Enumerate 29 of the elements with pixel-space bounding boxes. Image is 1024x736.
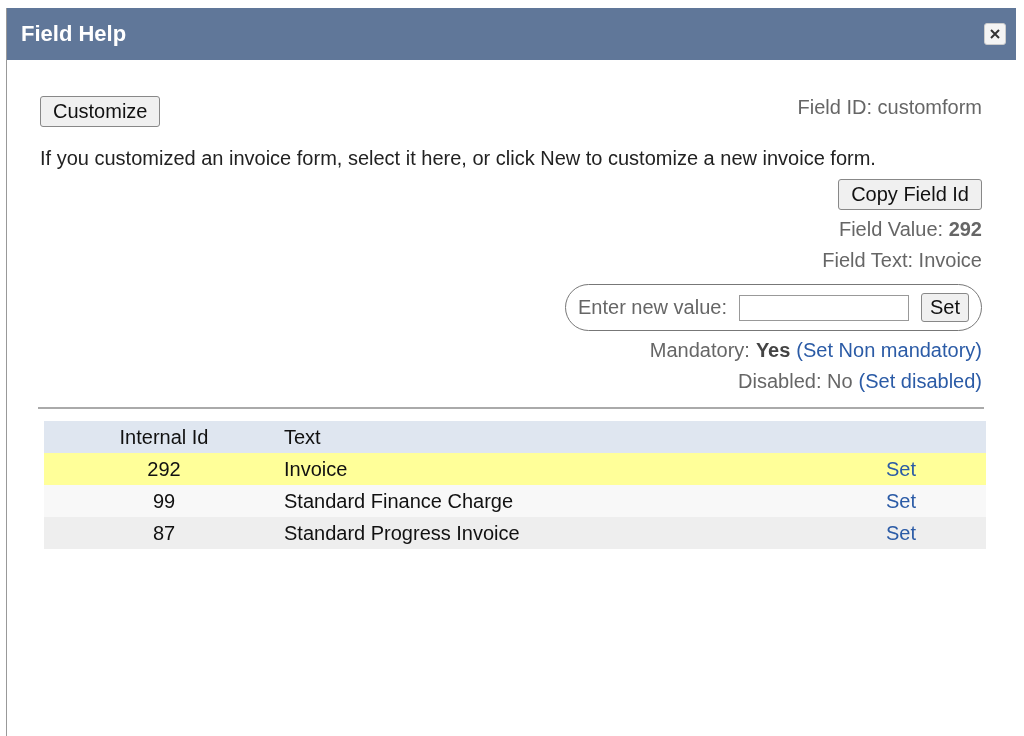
set-button[interactable]: Set — [920, 293, 969, 322]
set-link[interactable]: Set — [886, 521, 917, 544]
set-non-mandatory-link[interactable]: (Set Non mandatory) — [796, 339, 982, 362]
table-cell-text: Invoice — [284, 457, 349, 481]
new-value-field[interactable] — [738, 294, 909, 321]
description-text: If you customized an invoice form, select it here, or click New to customize a new invoice form. — [40, 146, 877, 171]
mandatory-label: Mandatory: — [649, 339, 750, 362]
copy-field-id-button[interactable]: Copy Field Id — [838, 179, 982, 210]
column-header: Internal Id — [118, 425, 210, 449]
table-cell-text: 292 — [146, 457, 182, 481]
close-button[interactable] — [984, 23, 1006, 45]
table-cell-text: Standard Finance Charge — [284, 489, 515, 513]
field-value-text: Field Value: 292 — [838, 218, 982, 241]
new-value-label: Enter new value: — [578, 296, 727, 319]
table-row[interactable]: 87 Standard Progress Invoice Set — [44, 517, 986, 549]
table-row[interactable]: 292 Invoice Set — [44, 453, 986, 485]
table-cell-text: 99 — [151, 489, 177, 513]
disabled-label: Disabled: No — [738, 370, 853, 393]
window-title: Field Help — [21, 21, 127, 47]
column-header: Text — [284, 425, 322, 449]
table-cell-text: 87 — [151, 521, 177, 545]
mandatory-value: Yes — [755, 339, 791, 362]
set-link[interactable]: Set — [886, 457, 917, 480]
field-text: Field Text: Invoice — [822, 249, 982, 272]
table-cell-text: Standard Progress Invoice — [284, 521, 521, 545]
table-row[interactable]: 99 Standard Finance Charge Set — [44, 485, 986, 517]
customize-button[interactable]: Customize — [40, 96, 161, 127]
field-id-text: Field ID: customform — [797, 96, 982, 119]
set-link[interactable]: Set — [886, 489, 917, 512]
